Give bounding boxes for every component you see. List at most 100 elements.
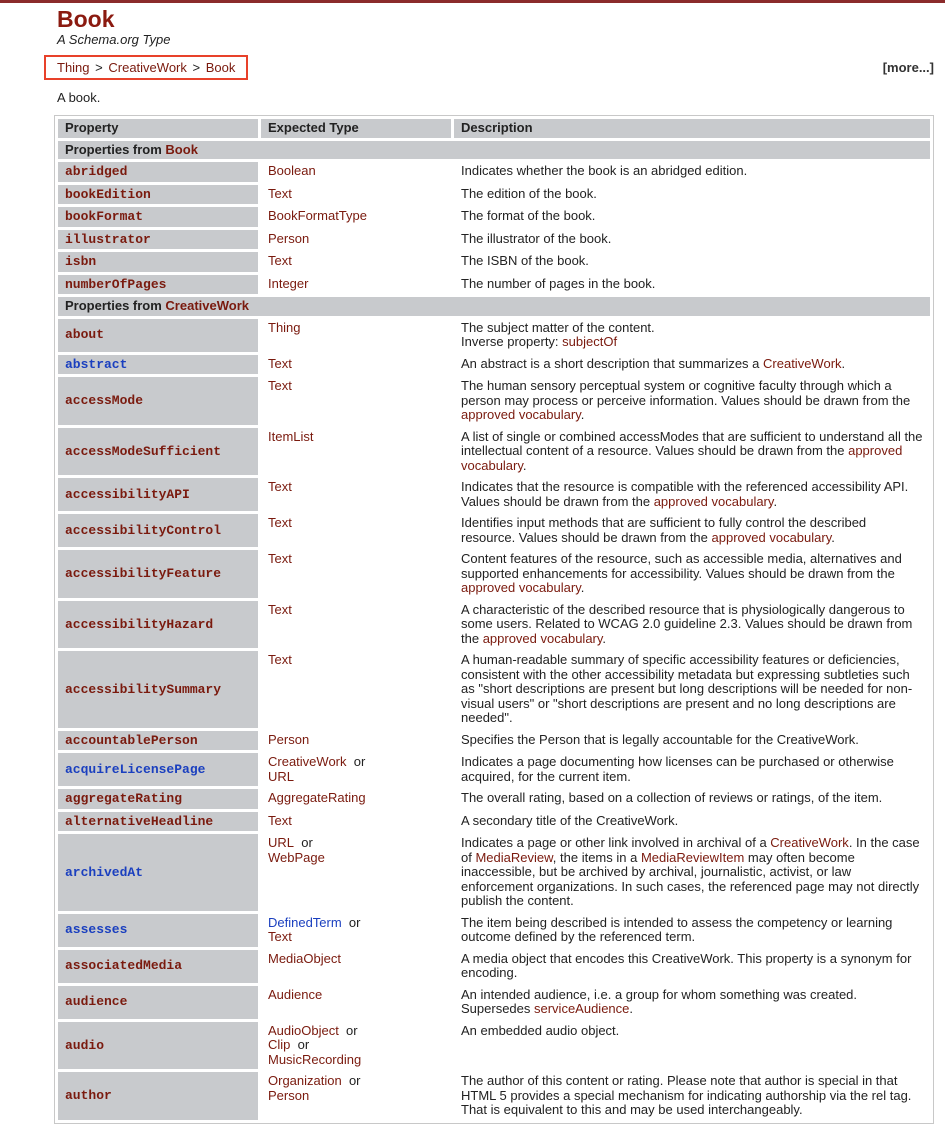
type-link[interactable]: URL bbox=[268, 835, 294, 850]
type-link[interactable]: AggregateRating bbox=[268, 790, 366, 805]
expected-type-cell: URL or WebPage bbox=[261, 834, 451, 911]
property-name-link[interactable]: accessibilityControl bbox=[65, 523, 221, 538]
description-cell: The edition of the book. bbox=[454, 185, 930, 205]
type-link[interactable]: Integer bbox=[268, 276, 308, 291]
description-link[interactable]: CreativeWork bbox=[763, 356, 842, 371]
more-link[interactable]: [more...] bbox=[883, 60, 934, 75]
group-type-link[interactable]: Book bbox=[165, 142, 198, 157]
group-header: Properties from Book bbox=[58, 140, 930, 159]
property-name-link[interactable]: abridged bbox=[65, 164, 127, 179]
property-name-link[interactable]: accessibilityFeature bbox=[65, 566, 221, 581]
table-row: bookEdition Text The edition of the book. bbox=[58, 184, 930, 205]
type-link[interactable]: Text bbox=[268, 186, 292, 201]
type-link[interactable]: Person bbox=[268, 231, 309, 246]
description-text: The number of pages in the book. bbox=[461, 275, 656, 291]
description-link[interactable]: MediaReviewItem bbox=[641, 850, 744, 865]
description-link[interactable]: subjectOf bbox=[562, 334, 617, 349]
property-name-link[interactable]: illustrator bbox=[65, 232, 151, 247]
type-link[interactable]: Thing bbox=[268, 320, 301, 335]
description-link[interactable]: MediaReview bbox=[475, 850, 552, 865]
type-link[interactable]: MusicRecording bbox=[268, 1052, 361, 1067]
type-link[interactable]: ItemList bbox=[268, 429, 314, 444]
property-name-link[interactable]: assesses bbox=[65, 922, 127, 938]
property-name-link[interactable]: bookEdition bbox=[65, 187, 151, 202]
type-link[interactable]: Text bbox=[268, 356, 292, 371]
description-link[interactable]: approved vocabulary bbox=[483, 631, 603, 646]
type-link[interactable]: Text bbox=[268, 515, 292, 530]
description-text: An abstract is a short description that … bbox=[461, 355, 764, 371]
property-name-link[interactable]: audio bbox=[65, 1038, 104, 1053]
type-link[interactable]: BookFormatType bbox=[268, 208, 367, 223]
type-link[interactable]: Text bbox=[268, 813, 292, 828]
expected-type-cell: Text bbox=[261, 651, 451, 728]
property-name-link[interactable]: associatedMedia bbox=[65, 958, 182, 974]
type-link[interactable]: URL bbox=[268, 769, 294, 784]
type-link[interactable]: AudioObject bbox=[268, 1023, 339, 1038]
type-link[interactable]: Text bbox=[268, 929, 292, 944]
property-name-link[interactable]: isbn bbox=[65, 254, 96, 269]
property-cell: bookFormat bbox=[58, 207, 258, 227]
type-link[interactable]: Boolean bbox=[268, 163, 316, 178]
type-link[interactable]: Text bbox=[268, 602, 292, 617]
property-name-link[interactable]: accountablePerson bbox=[65, 733, 198, 748]
property-name-link[interactable]: about bbox=[65, 327, 104, 343]
property-name-link[interactable]: accessModeSufficient bbox=[65, 444, 221, 459]
expected-type-cell: Person bbox=[261, 731, 451, 751]
type-link[interactable]: Text bbox=[268, 551, 292, 566]
property-name-link[interactable]: author bbox=[65, 1088, 112, 1103]
property-name-link[interactable]: accessibilitySummary bbox=[65, 682, 221, 697]
breadcrumb-thing[interactable]: Thing bbox=[57, 60, 90, 75]
property-name-link[interactable]: abstract bbox=[65, 357, 127, 372]
property-name-link[interactable]: bookFormat bbox=[65, 209, 143, 224]
property-cell: aggregateRating bbox=[58, 789, 258, 809]
property-name-link[interactable]: acquireLicensePage bbox=[65, 762, 205, 777]
description-text: A secondary title of the CreativeWork. bbox=[461, 812, 679, 828]
description-link[interactable]: CreativeWork bbox=[770, 835, 849, 850]
expected-type-cell: MediaObject bbox=[261, 950, 451, 983]
type-link[interactable]: Organization bbox=[268, 1073, 342, 1088]
breadcrumb-book[interactable]: Book bbox=[206, 60, 236, 75]
description-cell: The author of this content or rating. Pl… bbox=[454, 1072, 930, 1120]
description-link[interactable]: approved vocabulary bbox=[461, 580, 581, 595]
description-link[interactable]: approved vocabulary bbox=[712, 530, 832, 545]
header-description: Description bbox=[454, 119, 930, 138]
breadcrumb-creativework[interactable]: CreativeWork bbox=[108, 60, 187, 75]
group-type-link[interactable]: CreativeWork bbox=[165, 298, 249, 313]
property-name-link[interactable]: accessibilityHazard bbox=[65, 617, 213, 632]
property-name-link[interactable]: alternativeHeadline bbox=[65, 814, 213, 829]
type-link[interactable]: Text bbox=[268, 479, 292, 494]
type-link[interactable]: WebPage bbox=[268, 850, 325, 865]
description-text: The author of this content or rating. Pl… bbox=[461, 1073, 912, 1117]
type-link[interactable]: Clip bbox=[268, 1037, 290, 1052]
description-text: . bbox=[773, 493, 778, 509]
description-link[interactable]: approved vocabulary bbox=[461, 407, 581, 422]
property-name-link[interactable]: accessibilityAPI bbox=[65, 487, 190, 502]
description-text: . bbox=[522, 457, 527, 473]
type-link[interactable]: MediaObject bbox=[268, 951, 341, 966]
description-text: An embedded audio object. bbox=[461, 1022, 620, 1038]
description-link[interactable]: serviceAudience bbox=[534, 1001, 629, 1016]
type-link[interactable]: Audience bbox=[268, 987, 322, 1002]
description-link[interactable]: approved vocabulary bbox=[654, 494, 774, 509]
or-separator: or bbox=[346, 754, 366, 769]
property-cell: about bbox=[58, 318, 258, 352]
property-name-link[interactable]: audience bbox=[65, 994, 127, 1010]
type-link[interactable]: CreativeWork bbox=[268, 754, 347, 769]
property-name-link[interactable]: accessMode bbox=[65, 393, 143, 408]
type-link[interactable]: Person bbox=[268, 1088, 309, 1103]
or-separator: or bbox=[290, 1037, 310, 1052]
description-text: Indicates a page documenting how license… bbox=[461, 754, 894, 784]
type-link[interactable]: DefinedTerm bbox=[268, 915, 342, 930]
expected-type-cell: Text bbox=[261, 514, 451, 547]
property-name-link[interactable]: aggregateRating bbox=[65, 791, 182, 806]
table-row: about Thing The subject matter of the cont… bbox=[58, 318, 930, 352]
description-text: Inverse property: bbox=[461, 334, 563, 349]
type-link[interactable]: Person bbox=[268, 732, 309, 747]
property-name-link[interactable]: archivedAt bbox=[65, 865, 143, 880]
header-property: Property bbox=[58, 119, 258, 138]
type-link[interactable]: Text bbox=[268, 253, 292, 268]
description-text: The illustrator of the book. bbox=[461, 230, 612, 246]
type-link[interactable]: Text bbox=[268, 378, 292, 393]
type-link[interactable]: Text bbox=[268, 652, 292, 667]
property-name-link[interactable]: numberOfPages bbox=[65, 277, 166, 292]
